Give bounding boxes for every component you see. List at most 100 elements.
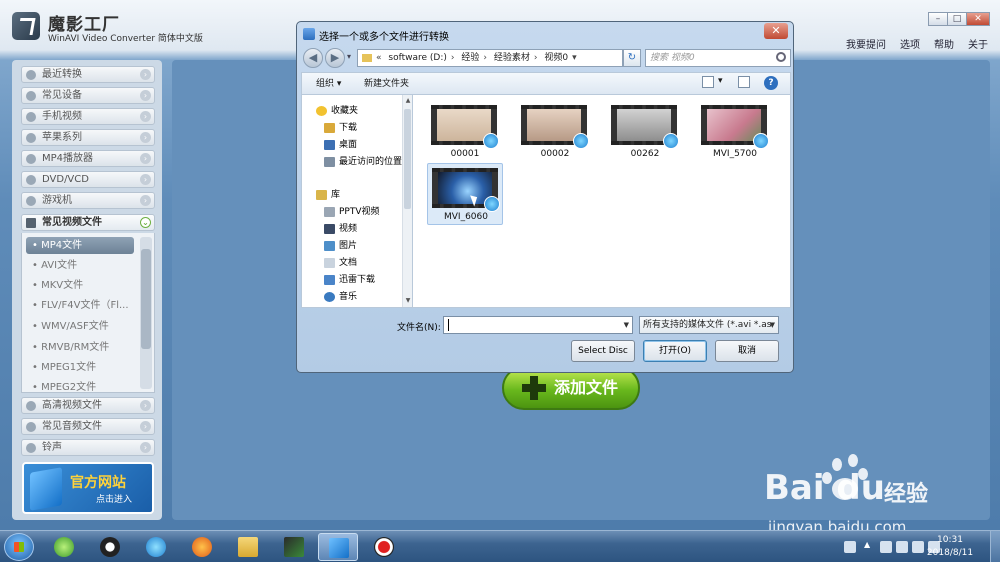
clock-time[interactable]: 10:31 bbox=[920, 535, 980, 545]
nav-music[interactable]: 音乐 bbox=[324, 289, 357, 302]
keyboard-icon[interactable] bbox=[844, 541, 856, 553]
taskbar-app-firefox[interactable] bbox=[182, 533, 222, 561]
document-library-icon bbox=[324, 257, 335, 268]
ask-question-link[interactable]: 我要提问 bbox=[846, 36, 886, 51]
view-dropdown-icon[interactable]: ▾ bbox=[718, 76, 723, 86]
about-link[interactable]: 关于 bbox=[968, 36, 988, 51]
format-item[interactable]: • MPEG1文件 bbox=[26, 359, 134, 376]
nav-xunlei-downloads[interactable]: 迅雷下载 bbox=[324, 272, 375, 285]
help-icon[interactable]: ? bbox=[764, 76, 778, 90]
breadcrumb-segment[interactable]: 经验素材 bbox=[494, 53, 530, 63]
taskbar-app-360[interactable] bbox=[44, 533, 84, 561]
category-recent[interactable]: 最近转换 › bbox=[21, 66, 155, 83]
chevron-down-icon[interactable]: ▼ bbox=[624, 317, 629, 333]
taskbar-app-player[interactable] bbox=[274, 533, 314, 561]
breadcrumb-segment[interactable]: software (D:) bbox=[388, 53, 447, 63]
scroll-up-icon[interactable]: ▲ bbox=[404, 97, 412, 104]
flag-icon[interactable] bbox=[896, 541, 908, 553]
recent-locations-dropdown[interactable]: ▾ bbox=[347, 52, 351, 61]
category-audio[interactable]: 常见音频文件 › bbox=[21, 418, 155, 435]
chevron-right-icon: › bbox=[140, 174, 151, 185]
start-button[interactable] bbox=[4, 533, 34, 561]
usb-icon[interactable] bbox=[880, 541, 892, 553]
nav-videos[interactable]: 视频 bbox=[324, 221, 357, 234]
file-type-select[interactable]: 所有支持的媒体文件 (*.avi *.as ▼ bbox=[639, 316, 779, 334]
recent-places-icon bbox=[324, 156, 335, 167]
open-button[interactable]: 打开(O) bbox=[643, 340, 707, 362]
taskbar-app-recorder[interactable] bbox=[364, 533, 404, 561]
format-item[interactable]: • RMVB/RM文件 bbox=[26, 339, 134, 356]
minimize-button[interactable]: – bbox=[928, 12, 948, 26]
music-note-icon bbox=[324, 291, 335, 302]
taskbar-app-qq[interactable] bbox=[90, 533, 130, 561]
file-tile[interactable]: MVI_6060 bbox=[427, 163, 503, 225]
maximize-button[interactable]: □ bbox=[947, 12, 967, 26]
format-item[interactable]: • MKV文件 bbox=[26, 277, 134, 294]
change-view-icon[interactable] bbox=[702, 76, 714, 88]
help-link[interactable]: 帮助 bbox=[934, 36, 954, 51]
dialog-close-button[interactable]: ✕ bbox=[764, 23, 788, 39]
nav-favorites[interactable]: 收藏夹 bbox=[316, 103, 358, 116]
file-tile[interactable]: MVI_5700 bbox=[697, 101, 773, 163]
category-hd-video[interactable]: 高清视频文件 › bbox=[21, 397, 155, 414]
preview-pane-icon[interactable] bbox=[738, 76, 750, 88]
category-game[interactable]: 游戏机 › bbox=[21, 192, 155, 209]
nav-desktop[interactable]: 桌面 bbox=[324, 137, 357, 150]
breadcrumb-segment[interactable]: 视频0 bbox=[544, 53, 568, 63]
show-hidden-icons[interactable]: ▲ bbox=[864, 540, 876, 552]
cancel-button[interactable]: 取消 bbox=[715, 340, 779, 362]
taskbar-app-media[interactable] bbox=[136, 533, 176, 561]
scroll-down-icon[interactable]: ▼ bbox=[404, 297, 412, 304]
taskbar-app-explorer[interactable] bbox=[228, 533, 268, 561]
forward-button[interactable]: ▶ bbox=[325, 48, 345, 68]
category-ringtone[interactable]: 铃声 › bbox=[21, 439, 155, 456]
breadcrumb-segment[interactable]: 经验 bbox=[461, 53, 479, 63]
scrollbar-thumb[interactable] bbox=[141, 249, 151, 349]
close-button[interactable]: ✕ bbox=[966, 12, 990, 26]
format-item[interactable]: • AVI文件 bbox=[26, 257, 134, 274]
file-tile[interactable]: 00262 bbox=[607, 101, 683, 163]
category-devices[interactable]: 常见设备 › bbox=[21, 87, 155, 104]
format-list-scrollbar[interactable] bbox=[140, 237, 152, 389]
options-link[interactable]: 选项 bbox=[900, 36, 920, 51]
nav-documents[interactable]: 文档 bbox=[324, 255, 357, 268]
search-input[interactable]: 搜索 视频0 bbox=[645, 49, 791, 67]
scrollbar-thumb[interactable] bbox=[404, 109, 411, 209]
back-button[interactable]: ◀ bbox=[303, 48, 323, 68]
clock-date[interactable]: 2018/8/11 bbox=[920, 548, 980, 558]
clock-icon bbox=[26, 70, 36, 80]
promo-subtitle: 点击进入 bbox=[96, 495, 133, 505]
chevron-right-icon: › bbox=[140, 132, 151, 143]
category-common-video[interactable]: 常见视频文件 ⌄ bbox=[21, 214, 155, 231]
format-item[interactable]: • MPEG2文件 bbox=[26, 379, 134, 392]
show-desktop-button[interactable] bbox=[990, 531, 1000, 562]
nav-downloads[interactable]: 下载 bbox=[324, 120, 357, 133]
format-item[interactable]: • MP4文件 bbox=[26, 237, 134, 254]
taskbar-app-winavi[interactable] bbox=[318, 533, 358, 561]
media-file-icon bbox=[663, 133, 679, 149]
open-file-dialog: 选择一个或多个文件进行转换 ✕ ◀ ▶ ▾ « software (D:) › 经… bbox=[296, 21, 794, 373]
address-bar: ◀ ▶ ▾ « software (D:) › 经验 › 经验素材 › 视频0 ▾ ↻ … bbox=[301, 46, 791, 70]
refresh-button[interactable]: ↻ bbox=[623, 49, 641, 67]
category-mobile[interactable]: 手机视频 › bbox=[21, 108, 155, 125]
nav-recent-places[interactable]: 最近访问的位置 bbox=[324, 154, 402, 167]
category-dvd[interactable]: DVD/VCD › bbox=[21, 171, 155, 188]
organize-menu[interactable]: 组织 ▾ bbox=[316, 76, 341, 89]
nav-libraries[interactable]: 库 bbox=[316, 187, 340, 200]
text-caret bbox=[448, 319, 449, 331]
new-folder-button[interactable]: 新建文件夹 bbox=[364, 76, 409, 89]
select-disc-button[interactable]: Select Disc bbox=[571, 340, 635, 362]
category-mp4-player[interactable]: MP4播放器 › bbox=[21, 150, 155, 167]
nav-pptv-video[interactable]: PPTV视频 bbox=[324, 204, 380, 217]
category-apple[interactable]: 苹果系列 › bbox=[21, 129, 155, 146]
nav-pane-scrollbar[interactable]: ▲ ▼ bbox=[402, 95, 412, 307]
filename-input[interactable]: ▼ bbox=[443, 316, 633, 334]
navigation-pane: 收藏夹 下载 桌面 最近访问的位置 库 PPTV视频 视频 图片 文档 迅雷下载… bbox=[301, 94, 413, 308]
path-breadcrumb[interactable]: « software (D:) › 经验 › 经验素材 › 视频0 ▾ bbox=[357, 49, 623, 67]
format-item[interactable]: • WMV/ASF文件 bbox=[26, 318, 134, 335]
file-tile[interactable]: 00002 bbox=[517, 101, 593, 163]
official-site-banner[interactable]: 官方网站 点击进入 bbox=[22, 462, 154, 514]
format-item[interactable]: • FLV/F4V文件（Fl... bbox=[26, 297, 134, 314]
file-tile[interactable]: 00001 bbox=[427, 101, 503, 163]
nav-pictures[interactable]: 图片 bbox=[324, 238, 357, 251]
